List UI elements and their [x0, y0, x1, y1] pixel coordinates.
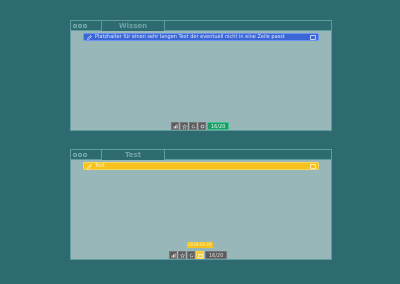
refresh-button[interactable]: [187, 251, 195, 259]
date-badge: 2018-05-29: [187, 242, 213, 248]
refresh-icon: [191, 124, 195, 128]
star-icon: [181, 123, 187, 129]
panel-toolbar: 16/20: [169, 251, 228, 259]
star-button[interactable]: [180, 122, 188, 130]
star-button[interactable]: [178, 251, 186, 259]
panel-toolbar: 16/20: [171, 122, 230, 130]
refresh-button[interactable]: [189, 122, 197, 130]
chart-button[interactable]: [169, 251, 177, 259]
window-dots-icon: [73, 24, 87, 28]
calendar-button[interactable]: [196, 251, 204, 259]
text-line-item[interactable]: Platzhalter für einen sehr langen Text d…: [83, 33, 319, 41]
calendar-icon: [197, 253, 203, 258]
settings-button[interactable]: [198, 122, 206, 130]
tab-test[interactable]: Test: [101, 149, 165, 160]
star-icon: [179, 252, 185, 258]
expand-button[interactable]: [310, 34, 316, 40]
line-text: Platzhalter für einen sehr langen Text d…: [95, 34, 285, 40]
chart-button[interactable]: [171, 122, 179, 130]
tab-wissen[interactable]: Wissen: [101, 20, 165, 31]
panel-wissen: Wissen Platzhalter für einen sehr langen…: [70, 20, 332, 131]
progress-counter: 16/20: [207, 122, 230, 130]
edit-icon: [86, 34, 92, 40]
refresh-icon: [189, 253, 193, 257]
window-dots-icon: [73, 153, 87, 157]
text-line-item[interactable]: Test: [83, 162, 319, 170]
expand-button[interactable]: [310, 163, 316, 169]
chart-icon: [173, 124, 177, 128]
chart-icon: [171, 253, 175, 257]
gear-icon: [200, 124, 204, 128]
line-text: Test: [95, 163, 105, 169]
progress-counter: 16/20: [205, 251, 228, 259]
edit-icon: [86, 163, 92, 169]
